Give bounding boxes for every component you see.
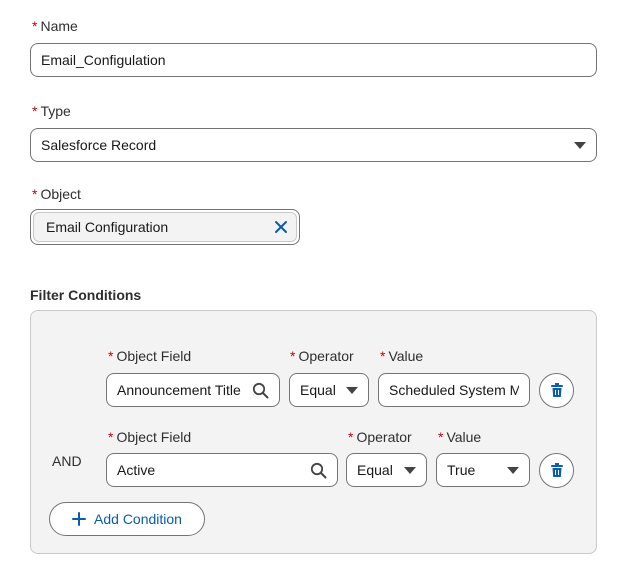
condition-2-operator-select[interactable]: Equal: [346, 453, 427, 487]
required-marker: *: [438, 429, 444, 445]
condition-1-delete-button[interactable]: [539, 373, 574, 408]
required-marker: *: [108, 429, 114, 445]
condition-1-operator-value: Equal: [300, 382, 336, 398]
required-marker: *: [380, 348, 386, 364]
name-label: * Name: [32, 18, 78, 34]
condition-2-field-value: Active: [117, 462, 156, 478]
condition-2-field-label: * Object Field: [108, 429, 191, 445]
add-condition-button[interactable]: Add Condition: [49, 502, 205, 536]
object-label: * Object: [32, 186, 81, 202]
condition-2-connector: AND: [52, 453, 82, 469]
condition-2-value-value: True: [447, 462, 476, 478]
required-marker: *: [32, 103, 38, 119]
name-label-text: Name: [40, 18, 78, 34]
required-marker: *: [348, 429, 354, 445]
condition-2-operator-label-text: Operator: [356, 429, 412, 445]
condition-1-field-input[interactable]: Announcement Title: [106, 373, 280, 407]
required-marker: *: [32, 18, 38, 34]
required-marker: *: [108, 348, 114, 364]
chevron-down-icon: [574, 141, 586, 149]
type-label-text: Type: [40, 103, 71, 119]
object-label-text: Object: [40, 186, 81, 202]
type-select-value: Salesforce Record: [41, 137, 157, 153]
condition-1-value-value: Scheduled System M: [389, 382, 519, 398]
filter-title: Filter Conditions: [30, 287, 142, 303]
delete-icon: [550, 463, 564, 478]
required-marker: *: [290, 348, 296, 364]
condition-2-field-label-text: Object Field: [116, 429, 192, 445]
condition-2-field-input[interactable]: Active: [106, 453, 338, 487]
condition-1-operator-label-text: Operator: [298, 348, 354, 364]
required-marker: *: [32, 186, 38, 202]
add-condition-label: Add Condition: [94, 511, 182, 527]
search-icon: [252, 382, 269, 399]
condition-2-value-select[interactable]: True: [436, 453, 530, 487]
search-icon: [310, 462, 327, 479]
condition-1-value-input[interactable]: Scheduled System M: [378, 373, 530, 407]
condition-1-field-label: * Object Field: [108, 348, 191, 364]
name-input-value: Email_Configulation: [41, 52, 166, 68]
condition-2-operator-value: Equal: [357, 462, 393, 478]
condition-2-value-label: * Value: [438, 429, 481, 445]
name-input[interactable]: Email_Configulation: [30, 43, 597, 77]
condition-2-delete-button[interactable]: [539, 453, 574, 488]
condition-1-field-value: Announcement Title: [117, 382, 241, 398]
type-select[interactable]: Salesforce Record: [30, 128, 597, 162]
chevron-down-icon: [404, 466, 416, 474]
delete-icon: [550, 383, 564, 398]
condition-1-value-label-text: Value: [388, 348, 424, 364]
condition-1-value-label: * Value: [380, 348, 423, 364]
condition-2-value-label-text: Value: [446, 429, 482, 445]
clear-icon[interactable]: [274, 220, 288, 234]
plus-icon: [72, 512, 87, 526]
chevron-down-icon: [507, 466, 519, 474]
object-lookup[interactable]: Email Configuration: [30, 209, 300, 245]
object-pill: Email Configuration: [33, 212, 297, 242]
chevron-down-icon: [346, 386, 358, 394]
condition-1-operator-select[interactable]: Equal: [289, 373, 369, 407]
condition-1-operator-label: * Operator: [290, 348, 354, 364]
object-pill-label: Email Configuration: [46, 219, 169, 235]
type-label: * Type: [32, 103, 71, 119]
condition-2-operator-label: * Operator: [348, 429, 412, 445]
condition-1-field-label-text: Object Field: [116, 348, 192, 364]
